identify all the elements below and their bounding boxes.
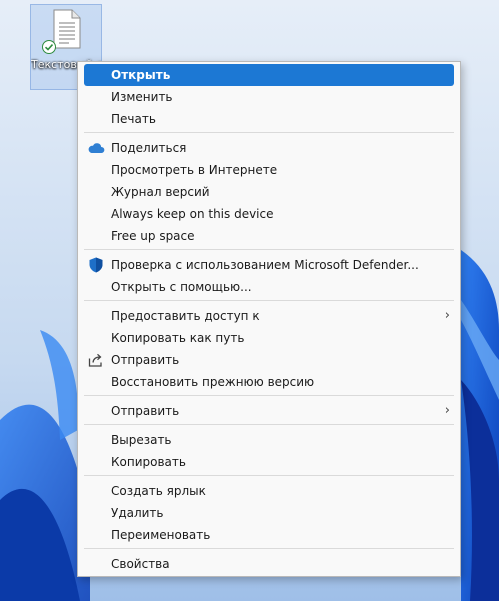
menu-item-label: Предоставить доступ к xyxy=(111,309,260,323)
menu-separator xyxy=(84,249,454,250)
menu-item-label: Отправить xyxy=(111,404,180,418)
menu-item-label: Отправить xyxy=(111,353,180,367)
menu-item-properties[interactable]: Свойства xyxy=(84,553,454,575)
menu-item-share-onedrive[interactable]: Поделиться xyxy=(84,137,454,159)
menu-item-restore-versions[interactable]: Восстановить прежнюю версию xyxy=(84,371,454,393)
menu-item-scan-defender[interactable]: Проверка с использованием Microsoft Defe… xyxy=(84,254,454,276)
menu-item-label: Вырезать xyxy=(111,433,172,447)
menu-item-view-online[interactable]: Просмотреть в Интернете xyxy=(84,159,454,181)
menu-item-edit[interactable]: Изменить xyxy=(84,86,454,108)
menu-item-label: Открыть с помощью... xyxy=(111,280,252,294)
menu-separator xyxy=(84,395,454,396)
menu-item-open[interactable]: Открыть xyxy=(84,64,454,86)
context-menu: Открыть Изменить Печать Поделиться Просм… xyxy=(77,61,461,577)
menu-item-label: Изменить xyxy=(111,90,173,104)
menu-item-label: Переименовать xyxy=(111,528,211,542)
text-document-icon xyxy=(53,9,81,49)
menu-separator xyxy=(84,132,454,133)
menu-item-label: Открыть xyxy=(111,68,171,82)
shield-icon xyxy=(89,257,103,273)
menu-item-create-shortcut[interactable]: Создать ярлык xyxy=(84,480,454,502)
menu-item-give-access[interactable]: Предоставить доступ к › xyxy=(84,305,454,327)
menu-item-send-to[interactable]: Отправить › xyxy=(84,400,454,422)
menu-item-version-history[interactable]: Журнал версий xyxy=(84,181,454,203)
menu-separator xyxy=(84,548,454,549)
menu-item-delete[interactable]: Удалить xyxy=(84,502,454,524)
menu-item-print[interactable]: Печать xyxy=(84,108,454,130)
chevron-right-icon: › xyxy=(444,308,450,323)
menu-separator xyxy=(84,475,454,476)
menu-item-label: Журнал версий xyxy=(111,185,210,199)
menu-item-cut[interactable]: Вырезать xyxy=(84,429,454,451)
menu-item-label: Поделиться xyxy=(111,141,187,155)
menu-item-label: Копировать xyxy=(111,455,186,469)
menu-item-rename[interactable]: Переименовать xyxy=(84,524,454,546)
menu-item-label: Always keep on this device xyxy=(111,207,274,221)
menu-item-open-with[interactable]: Открыть с помощью... xyxy=(84,276,454,298)
cloud-icon xyxy=(88,143,105,153)
menu-item-copy-as-path[interactable]: Копировать как путь xyxy=(84,327,454,349)
menu-item-always-keep[interactable]: Always keep on this device xyxy=(84,203,454,225)
menu-item-free-up-space[interactable]: Free up space xyxy=(84,225,454,247)
menu-separator xyxy=(84,300,454,301)
menu-item-label: Восстановить прежнюю версию xyxy=(111,375,315,389)
menu-item-label: Печать xyxy=(111,112,156,126)
share-icon xyxy=(88,353,102,367)
menu-separator xyxy=(84,424,454,425)
menu-item-label: Создать ярлык xyxy=(111,484,206,498)
menu-item-label: Free up space xyxy=(111,229,195,243)
menu-item-label: Проверка с использованием Microsoft Defe… xyxy=(111,258,419,272)
menu-item-label: Просмотреть в Интернете xyxy=(111,163,278,177)
menu-item-label: Свойства xyxy=(111,557,170,571)
menu-item-share[interactable]: Отправить xyxy=(84,349,454,371)
menu-item-copy[interactable]: Копировать xyxy=(84,451,454,473)
sync-status-check-icon xyxy=(42,40,56,54)
menu-item-label: Копировать как путь xyxy=(111,331,245,345)
chevron-right-icon: › xyxy=(444,403,450,418)
menu-item-label: Удалить xyxy=(111,506,164,520)
